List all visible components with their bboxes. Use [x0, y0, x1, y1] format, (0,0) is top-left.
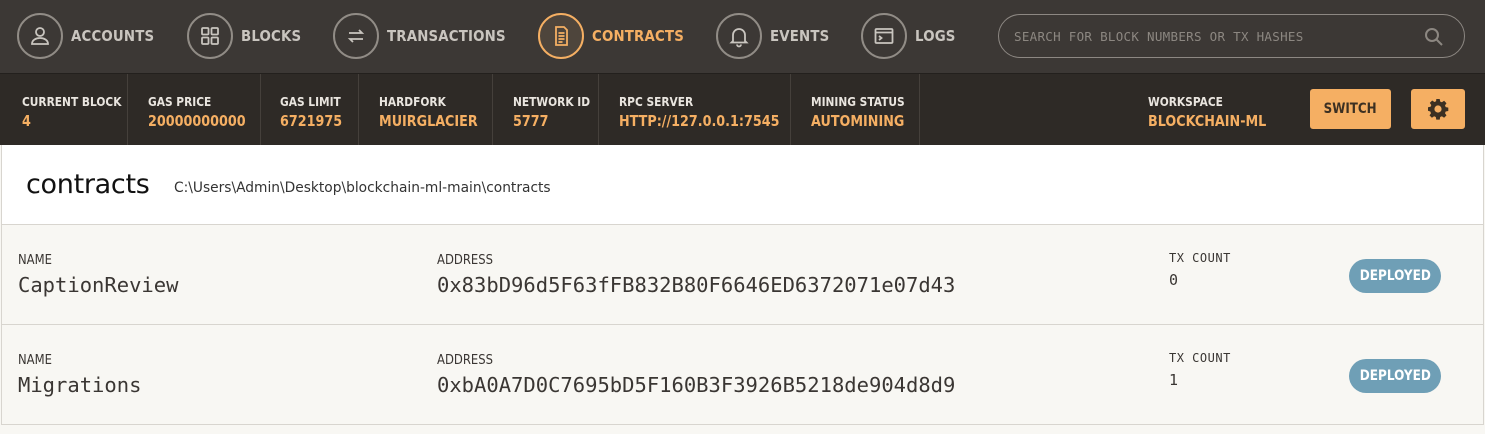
nav-events-label: EVENTS	[770, 27, 830, 45]
stat-mining-status: MINING STATUS AUTOMINING	[791, 74, 920, 146]
stat-value: 5777	[513, 112, 549, 130]
nav-contracts[interactable]: CONTRACTS	[538, 13, 699, 59]
page-header: contracts C:\Users\Admin\Desktop\blockch…	[1, 145, 1484, 225]
nav-transactions-label: TRANSACTIONS	[387, 27, 506, 45]
stat-label: NETWORK ID	[513, 94, 591, 109]
project-path: C:\Users\Admin\Desktop\blockchain-ml-mai…	[174, 180, 551, 196]
tx-count-label: TX COUNT	[1169, 251, 1231, 265]
badge-label: DEPLOYED	[1359, 368, 1431, 384]
contract-address: 0x83bD96d5F63fFB832B80F6646ED6372071e07d…	[437, 273, 956, 297]
nav-blocks-label: BLOCKS	[241, 27, 302, 45]
contract-row[interactable]: NAME Migrations ADDRESS 0xbA0A7D0C7695bD…	[1, 325, 1484, 425]
status-bar: CURRENT BLOCK 4 GAS PRICE 20000000000 GA…	[0, 73, 1485, 146]
nav-accounts[interactable]: ACCOUNTS	[17, 13, 168, 59]
contract-name-col: NAME CaptionReview	[18, 252, 178, 297]
stat-gas-price: GAS PRICE 20000000000	[128, 74, 261, 146]
stat-label: CURRENT BLOCK	[22, 94, 122, 109]
settings-button[interactable]	[1411, 89, 1465, 129]
name-label: NAME	[18, 352, 52, 368]
nav-logs-label: LOGS	[915, 27, 956, 45]
stat-label: WORKSPACE	[1148, 94, 1223, 109]
stat-value: 20000000000	[148, 112, 246, 130]
contract-tx-col: TX COUNT 0	[1169, 251, 1231, 289]
nav-accounts-label: ACCOUNTS	[71, 27, 155, 45]
stat-value: HTTP://127.0.0.1:7545	[619, 112, 780, 130]
contract-name: Migrations	[18, 373, 142, 397]
page-title: contracts	[26, 169, 150, 200]
stat-label: GAS LIMIT	[280, 94, 341, 109]
stat-value: 4	[22, 112, 31, 130]
user-icon	[17, 13, 63, 59]
deployed-badge: DEPLOYED	[1349, 359, 1441, 393]
contract-name-col: NAME Migrations	[18, 352, 141, 397]
stat-label: HARDFORK	[379, 94, 446, 109]
search-input[interactable]	[1014, 28, 1414, 44]
stat-network-id: NETWORK ID 5777	[493, 74, 599, 146]
contracts-list: NAME CaptionReview ADDRESS 0x83bD96d5F63…	[1, 225, 1484, 425]
switch-button-label: SWITCH	[1324, 101, 1377, 117]
stat-value: AUTOMINING	[811, 112, 905, 130]
contract-address-col: ADDRESS 0x83bD96d5F63fFB832B80F6646ED637…	[437, 252, 955, 297]
contract-address: 0xbA0A7D0C7695bD5F160B3F3926B5218de904d8…	[437, 373, 956, 397]
nav-contracts-label: CONTRACTS	[592, 27, 684, 45]
nav-transactions[interactable]: TRANSACTIONS	[333, 13, 525, 59]
stat-value: 6721975	[280, 112, 343, 130]
nav-logs[interactable]: LOGS	[861, 13, 962, 59]
stat-current-block: CURRENT BLOCK 4	[0, 74, 128, 146]
search-icon[interactable]	[1424, 27, 1444, 47]
switch-workspace-button[interactable]: SWITCH	[1310, 89, 1391, 129]
bell-icon	[716, 13, 762, 59]
stat-hardfork: HARDFORK MUIRGLACIER	[359, 74, 493, 146]
stat-label: MINING STATUS	[811, 94, 905, 109]
document-icon	[538, 13, 584, 59]
stat-label: RPC SERVER	[619, 94, 694, 109]
stat-rpc-server: RPC SERVER HTTP://127.0.0.1:7545	[599, 74, 791, 146]
terminal-icon	[861, 13, 907, 59]
stat-value: MUIRGLACIER	[379, 112, 478, 130]
gear-icon	[1428, 99, 1449, 120]
stat-gas-limit: GAS LIMIT 6721975	[261, 74, 359, 146]
nav-events[interactable]: EVENTS	[716, 13, 839, 59]
tx-count: 0	[1169, 271, 1179, 289]
address-label: ADDRESS	[437, 252, 493, 268]
grid-icon	[187, 13, 233, 59]
top-navigation: ACCOUNTS BLOCKS TRANSACTIONS CONTRACTS E…	[0, 0, 1485, 73]
contract-row[interactable]: NAME CaptionReview ADDRESS 0x83bD96d5F63…	[1, 225, 1484, 325]
swap-arrows-icon	[333, 13, 379, 59]
stat-workspace: WORKSPACE BLOCKCHAIN-ML	[1148, 74, 1298, 146]
search-box	[998, 14, 1465, 58]
stat-value: BLOCKCHAIN-ML	[1148, 112, 1267, 130]
tx-count: 1	[1169, 371, 1179, 389]
nav-blocks[interactable]: BLOCKS	[187, 13, 311, 59]
tx-count-label: TX COUNT	[1169, 351, 1231, 365]
badge-label: DEPLOYED	[1359, 268, 1431, 284]
contract-tx-col: TX COUNT 1	[1169, 351, 1231, 389]
address-label: ADDRESS	[437, 352, 493, 368]
contract-name: CaptionReview	[18, 273, 179, 297]
deployed-badge: DEPLOYED	[1349, 259, 1441, 293]
stat-label: GAS PRICE	[148, 94, 212, 109]
contract-address-col: ADDRESS 0xbA0A7D0C7695bD5F160B3F3926B521…	[437, 352, 955, 397]
name-label: NAME	[18, 252, 52, 268]
